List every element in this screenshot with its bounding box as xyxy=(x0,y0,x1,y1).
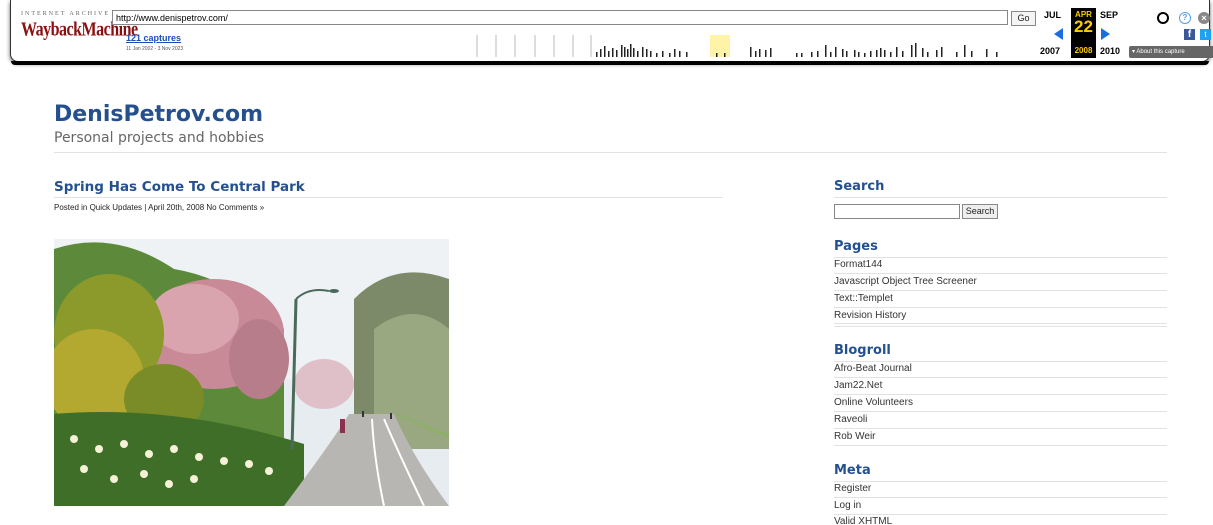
prev-month-label[interactable]: JUL xyxy=(1044,10,1061,20)
close-icon[interactable]: × xyxy=(1198,12,1210,24)
user-icon[interactable] xyxy=(1157,12,1169,24)
central-park-photo[interactable] xyxy=(54,239,449,506)
blogroll-link-rob-weir[interactable]: Rob Weir xyxy=(834,431,876,442)
blogroll-item-divider xyxy=(834,394,1167,395)
wayback-url-input[interactable] xyxy=(112,10,1008,25)
search-button[interactable]: Search xyxy=(962,204,998,219)
meta-item-divider xyxy=(834,497,1167,498)
post-meta: Posted in Quick Updates | April 20th, 20… xyxy=(54,203,265,212)
search-heading-divider xyxy=(834,197,1167,198)
pages-heading: Pages xyxy=(834,239,878,254)
blogroll-item-divider xyxy=(834,411,1167,412)
blogroll-item-divider xyxy=(834,428,1167,429)
next-month-label[interactable]: SEP xyxy=(1100,10,1118,20)
blogroll-link-jam22[interactable]: Jam22.Net xyxy=(834,380,882,391)
next-year-label[interactable]: 2010 xyxy=(1100,46,1120,56)
blogroll-item-divider xyxy=(834,445,1167,446)
header-divider xyxy=(54,152,1167,153)
prev-year-label[interactable]: 2007 xyxy=(1040,46,1060,56)
site-description: Personal projects and hobbies xyxy=(54,130,265,146)
pages-item-divider xyxy=(834,273,1167,274)
about-capture-label: About this capture xyxy=(1136,49,1185,55)
current-day-label: 22 xyxy=(1074,17,1093,36)
help-icon[interactable]: ? xyxy=(1179,12,1191,24)
blogroll-link-afro-beat-journal[interactable]: Afro-Beat Journal xyxy=(834,363,912,374)
blogroll-link-raveoli[interactable]: Raveoli xyxy=(834,414,867,425)
blogroll-item-divider xyxy=(834,377,1167,378)
page-link-format144[interactable]: Format144 xyxy=(834,259,882,270)
page-link-js-object-tree-screener[interactable]: Javascript Object Tree Screener xyxy=(834,276,977,287)
about-capture-button[interactable]: ▾ About this capture xyxy=(1129,46,1213,58)
twitter-icon[interactable]: t xyxy=(1200,29,1211,40)
meta-item-divider xyxy=(834,514,1167,515)
pages-item-divider xyxy=(834,290,1167,291)
search-input[interactable] xyxy=(834,204,960,219)
blogroll-heading: Blogroll xyxy=(834,343,891,358)
meta-link-valid-xhtml[interactable]: Valid XHTML xyxy=(834,516,892,525)
meta-link-register[interactable]: Register xyxy=(834,483,871,494)
capture-sparkline[interactable] xyxy=(466,35,1011,57)
blogroll-link-online-volunteers[interactable]: Online Volunteers xyxy=(834,397,913,408)
sparkline-bars xyxy=(596,43,998,57)
post-title-divider xyxy=(54,197,723,198)
facebook-icon[interactable]: f xyxy=(1184,29,1195,40)
wayback-toolbar: INTERNET ARCHIVE WaybackMachine Go 121 c… xyxy=(10,0,1213,65)
go-button[interactable]: Go xyxy=(1011,11,1036,26)
pages-item-divider xyxy=(834,307,1167,308)
site-title[interactable]: DenisPetrov.com xyxy=(54,102,263,127)
captures-link[interactable]: 121 captures xyxy=(126,33,181,43)
pages-item-divider xyxy=(834,323,1167,324)
page-link-text-templet[interactable]: Text::Templet xyxy=(834,293,893,304)
meta-heading: Meta xyxy=(834,463,871,478)
post-title[interactable]: Spring Has Come To Central Park xyxy=(54,179,305,195)
capture-date-range: 11 Jan 2002 - 3 Nov 2023 xyxy=(126,46,184,52)
pages-divider xyxy=(834,257,1167,258)
prev-capture-arrow-icon[interactable] xyxy=(1054,28,1063,40)
blogroll-divider xyxy=(834,361,1167,362)
pages-end-divider xyxy=(834,326,1167,327)
sparkline-current-highlight xyxy=(710,35,730,57)
current-year-label: 2008 xyxy=(1074,46,1093,55)
meta-divider xyxy=(834,481,1167,482)
wayback-logo-caption: INTERNET ARCHIVE xyxy=(21,11,111,17)
sparkline-year-dividers xyxy=(476,35,592,57)
search-heading: Search xyxy=(834,179,885,194)
page-link-revision-history[interactable]: Revision History xyxy=(834,310,906,321)
meta-link-log-in[interactable]: Log in xyxy=(834,500,861,511)
next-capture-arrow-icon[interactable] xyxy=(1101,28,1110,40)
